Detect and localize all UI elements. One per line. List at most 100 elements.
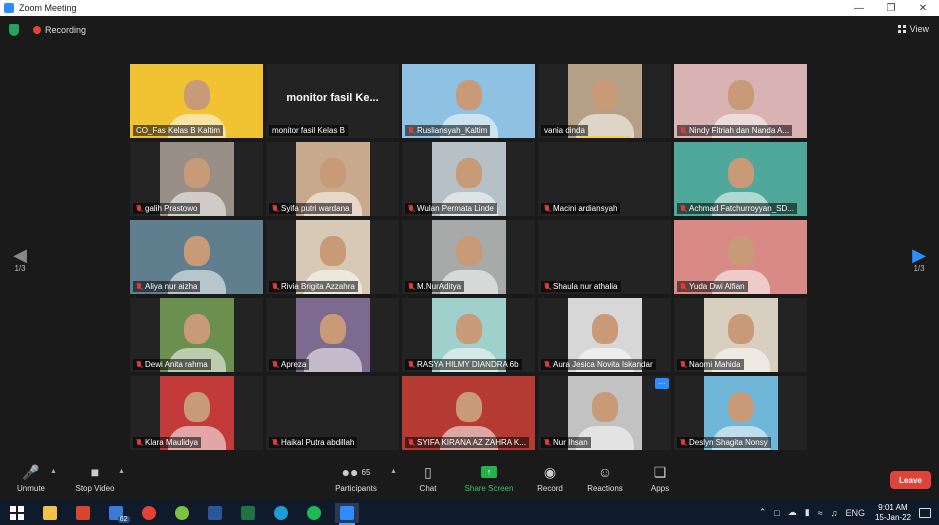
participant-tile[interactable]: galih Prastowo: [130, 142, 263, 216]
excel-icon: [240, 505, 255, 520]
participant-tile[interactable]: Apreza: [266, 298, 399, 372]
participants-label: Participants: [335, 484, 377, 493]
participant-name: Rivia Brigita Azzahra: [281, 282, 355, 291]
participant-tile[interactable]: Rivia Brigita Azzahra: [266, 220, 399, 294]
participant-tile[interactable]: Shaula nur athalia: [538, 220, 671, 294]
participants-button[interactable]: ●● 65 Participants: [326, 464, 386, 493]
participant-namebar: M.NurAditya: [405, 281, 465, 292]
participant-name: SYIFA KIRANA AZ ZAHRA K...: [417, 438, 526, 447]
video-options-caret-icon[interactable]: ▲: [118, 468, 125, 475]
folder-icon: [42, 505, 57, 520]
muted-mic-icon: [408, 204, 414, 213]
participant-tile[interactable]: vania dinda: [538, 64, 671, 138]
taskbar-word[interactable]: [203, 503, 227, 523]
participant-face: [727, 392, 754, 423]
participant-face: [319, 314, 346, 345]
clock[interactable]: 9:01 AM 15-Jan-22: [875, 503, 911, 523]
taskbar-mail[interactable]: 62: [104, 503, 130, 523]
recording-indicator[interactable]: Recording: [33, 25, 86, 35]
maximize-button[interactable]: ❐: [875, 0, 907, 16]
system-tray: ⌃ □ ☁ ▮ ≈ ♫ ENG 9:01 AM 15-Jan-22: [755, 500, 939, 525]
participant-tile[interactable]: SYIFA KIRANA AZ ZAHRA K...: [402, 376, 535, 450]
notifications-icon[interactable]: [919, 507, 931, 518]
clock-time: 9:01 AM: [878, 502, 908, 512]
view-button[interactable]: View: [897, 24, 929, 34]
stop-video-button[interactable]: ■ Stop Video: [65, 464, 125, 493]
taskbar-excel[interactable]: [236, 503, 260, 523]
mail-badge: 62: [117, 515, 130, 523]
onedrive-cloud-icon[interactable]: ☁: [788, 507, 797, 518]
reactions-button[interactable]: ☺ Reactions: [575, 464, 635, 493]
record-button[interactable]: ◉ Record: [520, 464, 580, 494]
participant-namebar: Apreza: [269, 359, 310, 370]
participant-tile[interactable]: Klara Maulidya: [130, 376, 263, 450]
security-shield-icon[interactable]: [9, 24, 19, 36]
participant-tile[interactable]: Dewi Anita rahma: [130, 298, 263, 372]
taskbar-file-explorer[interactable]: [38, 503, 62, 523]
leave-button[interactable]: Leave: [890, 471, 931, 489]
participant-name: Deslyn Shagita Nonsy: [689, 438, 768, 447]
speaking-indicator: [580, 136, 630, 138]
apps-icon: ❏: [653, 463, 667, 480]
participant-tile[interactable]: Yuda Dwi Alfian: [674, 220, 807, 294]
participant-tile[interactable]: M.NurAditya: [402, 220, 535, 294]
participant-tile[interactable]: Wulan Permata Linde: [402, 142, 535, 216]
participant-tile[interactable]: Syifa putri wardana: [266, 142, 399, 216]
more-options-button[interactable]: ...: [655, 378, 669, 389]
right-arrow-icon: ▶: [912, 245, 926, 265]
previous-page-button[interactable]: ◀ 1/3: [10, 246, 30, 273]
window-titlebar: Zoom Meeting — ❐ ✕: [0, 0, 939, 16]
muted-mic-icon: [272, 438, 278, 447]
share-screen-label: Share Screen: [464, 484, 514, 493]
participant-tile[interactable]: Macini ardiansyah: [538, 142, 671, 216]
page-indicator-left: 1/3: [14, 264, 26, 273]
participant-tile[interactable]: CO_Fas Kelas B Kaltim: [130, 64, 263, 138]
close-button[interactable]: ✕: [907, 0, 939, 16]
participant-tile[interactable]: ... Nur Ihsan: [538, 376, 671, 450]
participant-tile[interactable]: monitor fasil Ke... monitor fasil Kelas B: [266, 64, 399, 138]
minimize-button[interactable]: —: [843, 0, 875, 16]
participant-tile[interactable]: Aura Jesica Novita Iskandar: [538, 298, 671, 372]
taskbar-app-green[interactable]: [170, 503, 194, 523]
taskbar-edge[interactable]: [269, 503, 293, 523]
taskbar-chrome[interactable]: [137, 503, 161, 523]
start-button[interactable]: [5, 503, 29, 523]
participant-tile[interactable]: Nindy Fitriah dan Nanda A...: [674, 64, 807, 138]
apps-button[interactable]: ❏ Apps: [630, 463, 690, 494]
share-screen-icon: ↑: [481, 464, 497, 480]
participant-tile[interactable]: Haikal Putra abdillah: [266, 376, 399, 450]
participant-tile[interactable]: Aliya nur aizha: [130, 220, 263, 294]
taskbar-zoom[interactable]: [334, 502, 359, 525]
taskbar-spotify[interactable]: [302, 503, 326, 523]
wifi-icon[interactable]: ≈: [818, 508, 823, 518]
participant-tile[interactable]: Achmad Fatchurroyyan_SD...: [674, 142, 807, 216]
page-indicator-right: 1/3: [913, 264, 925, 273]
taskbar-office[interactable]: [71, 503, 95, 523]
participant-name: M.NurAditya: [417, 282, 462, 291]
show-hidden-icons-chevron-icon[interactable]: ⌃: [759, 507, 767, 518]
participant-tile[interactable]: Deslyn Shagita Nonsy: [674, 376, 807, 450]
volume-icon[interactable]: ♫: [831, 508, 838, 518]
office-icon: [75, 505, 90, 520]
participants-options-caret-icon[interactable]: ▲: [390, 468, 397, 475]
participant-face: [727, 158, 754, 189]
meet-now-icon[interactable]: □: [774, 508, 779, 518]
muted-mic-icon: [272, 360, 278, 369]
next-page-button[interactable]: ▶ 1/3: [909, 246, 929, 273]
share-screen-button[interactable]: ↑ Share Screen: [459, 464, 519, 493]
participant-tile[interactable]: RASYA HILMY DIANDRA 6b: [402, 298, 535, 372]
audio-options-caret-icon[interactable]: ▲: [50, 468, 57, 475]
chat-label: Chat: [419, 484, 437, 493]
participant-namebar: Haikal Putra abdillah: [269, 437, 358, 448]
participant-namebar: Macini ardiansyah: [541, 203, 621, 214]
chat-button[interactable]: ▯ Chat: [398, 464, 458, 494]
participant-name: Klara Maulidya: [145, 438, 198, 447]
participant-tile[interactable]: Rusliansyah_Kaltim: [402, 64, 535, 138]
muted-mic-icon: [544, 204, 550, 213]
participant-tile[interactable]: Naomi Mahida: [674, 298, 807, 372]
muted-mic-icon: [408, 126, 414, 135]
battery-icon[interactable]: ▮: [805, 507, 810, 518]
participant-name: Achmad Fatchurroyyan_SD...: [689, 204, 794, 213]
language-indicator[interactable]: ENG: [845, 508, 865, 518]
video-camera-icon: ■: [90, 464, 100, 480]
